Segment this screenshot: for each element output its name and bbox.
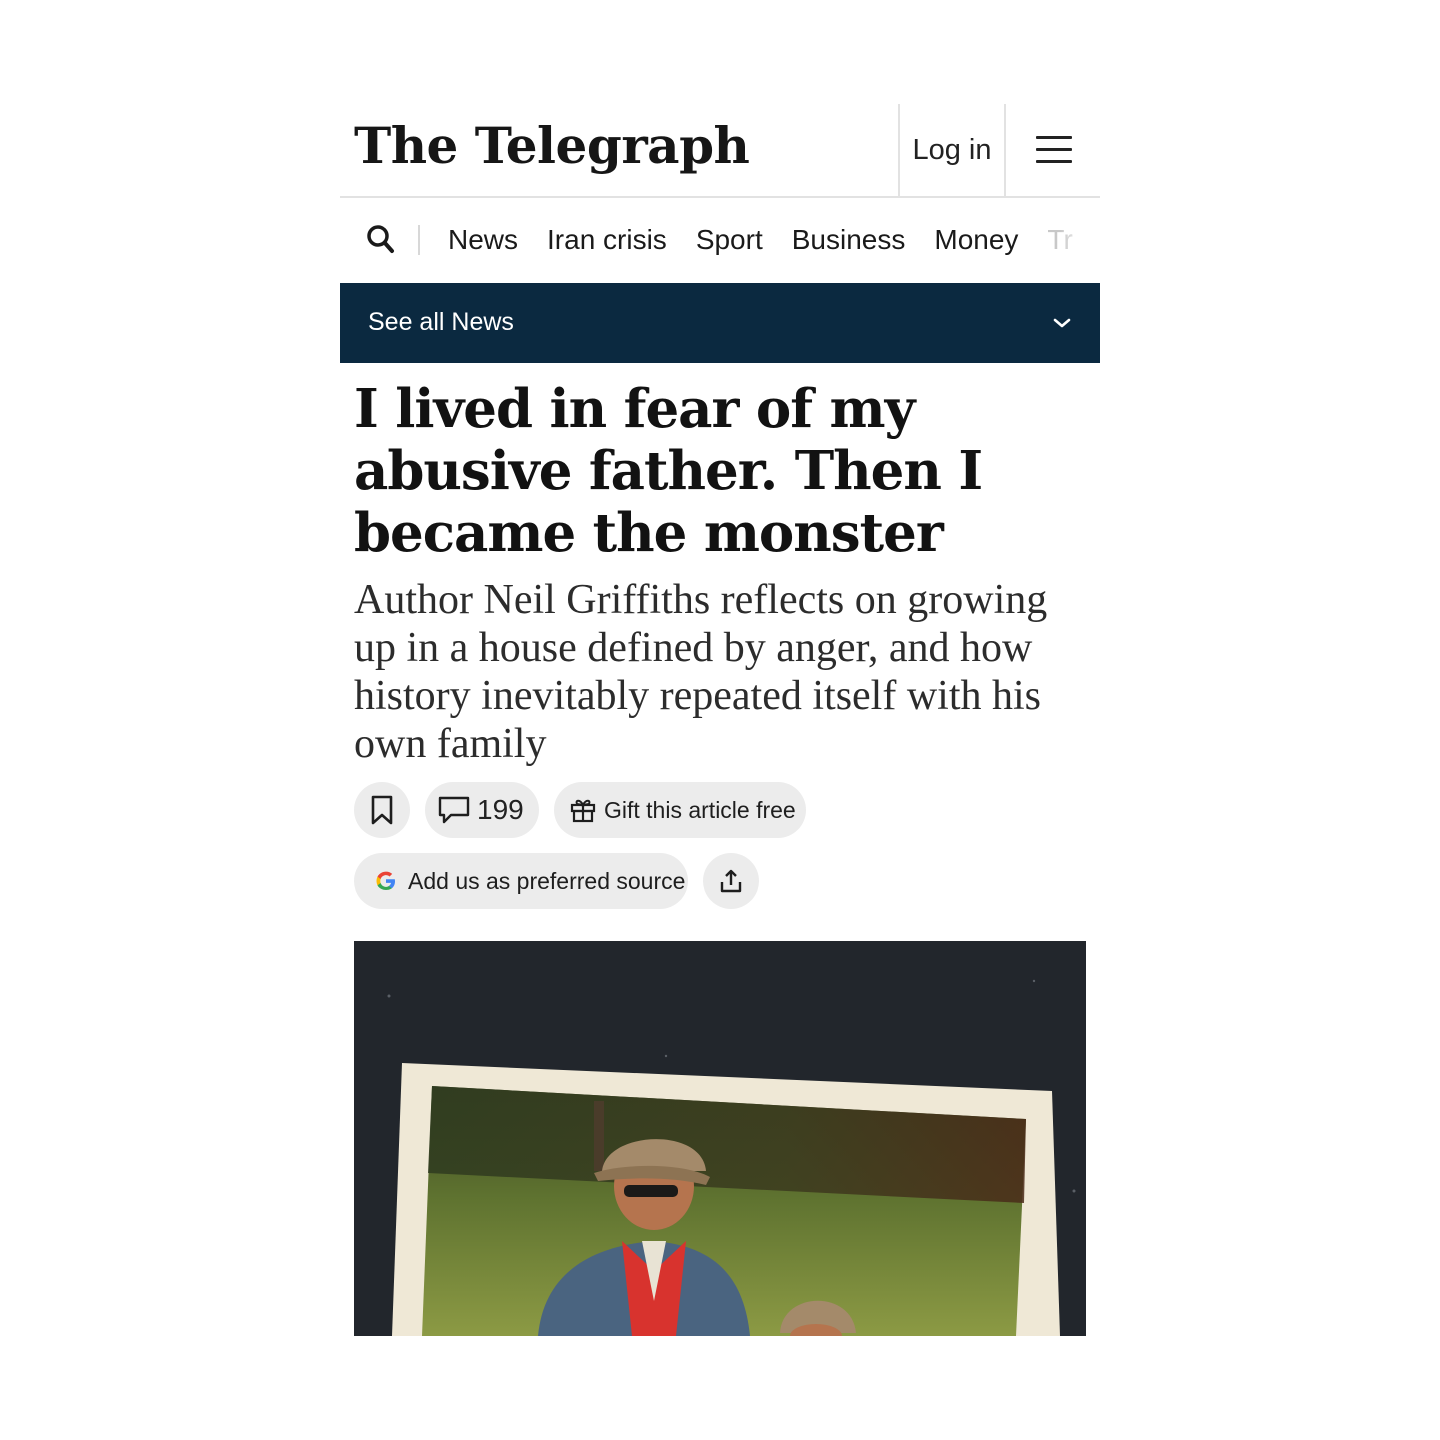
photo-illustration bbox=[354, 941, 1086, 1336]
page: The Telegraph Log in News Iran crisis Sp… bbox=[340, 0, 1100, 1440]
nav-fade-overlay bbox=[1060, 198, 1100, 282]
nav-divider bbox=[418, 225, 420, 255]
preferred-source-button[interactable]: Add us as preferred source bbox=[354, 853, 688, 909]
google-icon bbox=[376, 871, 395, 890]
nav-item-sport[interactable]: Sport bbox=[696, 224, 763, 256]
comment-icon bbox=[438, 796, 470, 824]
telegraph-logo[interactable]: The Telegraph bbox=[354, 114, 750, 178]
menu-icon[interactable] bbox=[1024, 128, 1084, 172]
nav-item-business[interactable]: Business bbox=[792, 224, 906, 256]
bookmark-icon bbox=[371, 795, 393, 825]
share-icon bbox=[720, 869, 742, 893]
search-icon[interactable] bbox=[364, 222, 398, 256]
comments-button[interactable]: 199 bbox=[425, 782, 539, 838]
main-nav: News Iran crisis Sport Business Money Tr bbox=[340, 198, 1100, 282]
nav-item-iran-crisis[interactable]: Iran crisis bbox=[547, 224, 667, 256]
bookmark-button[interactable] bbox=[354, 782, 410, 838]
comment-count: 199 bbox=[477, 794, 524, 825]
nav-item-news[interactable]: News bbox=[448, 224, 518, 256]
article-headline: I lived in fear of my abusive father. Th… bbox=[354, 378, 983, 564]
login-button[interactable]: Log in bbox=[898, 104, 1006, 196]
share-button[interactable] bbox=[703, 853, 759, 909]
see-all-news-dropdown[interactable]: See all News bbox=[340, 283, 1100, 363]
gift-article-button[interactable]: Gift this article free bbox=[554, 782, 806, 838]
article-hero-image[interactable] bbox=[354, 941, 1086, 1336]
preferred-source-label: Add us as preferred source bbox=[408, 867, 686, 894]
gift-article-label: Gift this article free bbox=[604, 796, 796, 823]
see-all-news-label: See all News bbox=[368, 308, 514, 336]
nav-item-money[interactable]: Money bbox=[934, 224, 1018, 256]
site-header: The Telegraph Log in bbox=[340, 104, 1100, 198]
gift-icon bbox=[570, 799, 596, 823]
article-standfirst: Author Neil Griffiths reflects on growin… bbox=[354, 577, 1048, 767]
chevron-down-icon bbox=[1053, 318, 1071, 328]
